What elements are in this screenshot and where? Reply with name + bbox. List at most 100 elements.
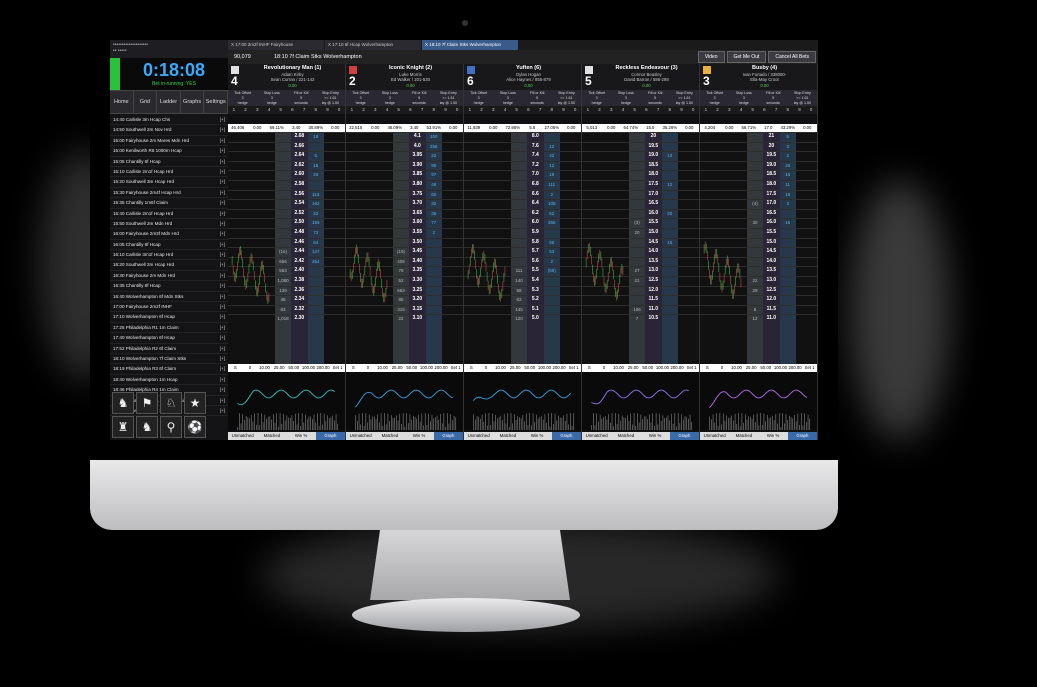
race-item[interactable]: 14:40 Carlisle 3m Hcap Chs [+] — [110, 115, 228, 126]
lay-amount[interactable]: 77 — [426, 218, 442, 228]
price-cell[interactable]: 3.40 — [409, 257, 425, 267]
tick-number[interactable]: 6 — [405, 106, 417, 114]
lay-amount[interactable]: 15 — [308, 161, 324, 171]
lay-amount[interactable] — [426, 305, 442, 315]
bet-option[interactable]: Fill or Kill 5 seconds — [759, 90, 788, 106]
lay-amount[interactable] — [426, 286, 442, 296]
lay-amount[interactable]: 22 — [426, 151, 442, 161]
price-cell[interactable]: 2.68 — [291, 132, 307, 142]
price-cell[interactable]: 5.3 — [527, 286, 543, 296]
race-item[interactable]: 15:50 Southwell 2m Mdn Hrd [+] — [110, 219, 228, 230]
lay-amount[interactable]: 73 — [308, 228, 324, 238]
lay-amount[interactable] — [780, 276, 796, 286]
race-item[interactable]: 15:30 Fairyhouse 2m4f Hcap Hrd [+] — [110, 188, 228, 199]
tick-number[interactable]: 2 — [476, 106, 488, 114]
bottom-tab-win[interactable]: Win % — [759, 432, 788, 440]
jockey-icon[interactable]: ♜ — [112, 416, 134, 438]
lay-amount[interactable] — [780, 286, 796, 296]
tick-number[interactable]: 9 — [794, 106, 806, 114]
stake-option[interactable]: 0 — [479, 364, 494, 372]
stake-option[interactable]: 50.00 — [287, 364, 302, 372]
price-cell[interactable]: 3.10 — [409, 314, 425, 324]
lay-amount[interactable]: 2 — [780, 151, 796, 161]
race-item[interactable]: 17:25 Philadelphia R1 1m Claim [+] — [110, 323, 228, 334]
tick-number[interactable]: 4 — [617, 106, 629, 114]
price-cell[interactable]: 2.54 — [291, 199, 307, 209]
price-cell[interactable]: 5.1 — [527, 305, 543, 315]
price-cell[interactable]: 3.75 — [409, 190, 425, 200]
lay-amount[interactable] — [426, 266, 442, 276]
tick-number[interactable]: 6 — [759, 106, 771, 114]
tick-number[interactable]: 9 — [676, 106, 688, 114]
stake-option[interactable]: 50.00 — [405, 364, 420, 372]
lay-amount[interactable] — [662, 161, 678, 171]
price-cell[interactable]: 3.85 — [409, 170, 425, 180]
price-cell[interactable]: 3.45 — [409, 247, 425, 257]
lay-amount[interactable]: 256 — [426, 142, 442, 152]
price-cell[interactable]: 16.0 — [645, 209, 661, 219]
lay-amount[interactable] — [780, 295, 796, 305]
race-expand[interactable]: [+] — [220, 323, 225, 332]
lay-amount[interactable] — [426, 247, 442, 257]
price-cell[interactable]: 16.0 — [763, 218, 779, 228]
bottom-tab-matched[interactable]: Matched — [493, 432, 522, 440]
bet-option[interactable]: Stop Entry >= 1.61 lay @ 1.50 — [434, 90, 463, 106]
price-cell[interactable]: 18.0 — [645, 170, 661, 180]
tick-number[interactable]: 7 — [534, 106, 546, 114]
bottom-tab-matched[interactable]: Matched — [375, 432, 404, 440]
price-cell[interactable]: 3.35 — [409, 266, 425, 276]
stake-option[interactable]: S — [228, 364, 243, 372]
tick-number[interactable]: 7 — [652, 106, 664, 114]
lay-amount[interactable]: 60 — [426, 190, 442, 200]
tick-number[interactable]: 3 — [487, 106, 499, 114]
race-expand[interactable]: [+] — [220, 302, 225, 311]
tick-number[interactable]: 0 — [687, 106, 699, 114]
stake-option[interactable]: Set 1 — [802, 364, 817, 372]
lay-amount[interactable] — [544, 314, 560, 324]
lay-amount[interactable]: 15 — [780, 170, 796, 180]
price-cell[interactable]: 6.8 — [527, 180, 543, 190]
bet-option[interactable]: Fill or Kill 5 seconds — [287, 90, 316, 106]
price-cell[interactable]: 3.15 — [409, 305, 425, 315]
nav-home[interactable]: Home — [110, 91, 134, 113]
lay-amount[interactable]: 3 — [780, 199, 796, 209]
lay-amount[interactable]: 25 — [780, 161, 796, 171]
race-item[interactable]: 15:35 Chantilly 1m6f Claim [+] — [110, 198, 228, 209]
price-cell[interactable]: 5.8 — [527, 238, 543, 248]
race-expand[interactable]: [+] — [220, 146, 225, 155]
tick-number[interactable]: 8 — [546, 106, 558, 114]
race-item[interactable]: 16:20 Southwell 2m Hcap Hrd [+] — [110, 260, 228, 271]
price-cell[interactable]: 7.6 — [527, 142, 543, 152]
lay-amount[interactable]: 95 — [544, 238, 560, 248]
race-item[interactable]: 18:10 Wolverhampton 7f Claim Stks [+] — [110, 354, 228, 365]
race-item[interactable]: 15:05 Chantilly 6f Hcap [+] — [110, 157, 228, 167]
lay-amount[interactable]: 20 — [662, 209, 678, 219]
lay-amount[interactable]: 12 — [662, 180, 678, 190]
price-cell[interactable]: 3.65 — [409, 209, 425, 219]
lay-amount[interactable] — [780, 314, 796, 324]
race-expand[interactable]: [+] — [220, 375, 225, 384]
tick-number[interactable]: 4 — [499, 106, 511, 114]
tick-number[interactable]: 5 — [629, 106, 641, 114]
race-tab[interactable]: X 17:00 2m2f INHF Fairyhouse — [228, 40, 324, 50]
stake-option[interactable]: S — [582, 364, 597, 372]
stake-option[interactable]: S — [346, 364, 361, 372]
tick-number[interactable]: 1 — [228, 106, 240, 114]
lay-amount[interactable]: 111 — [544, 180, 560, 190]
race-expand[interactable]: [+] — [220, 188, 225, 197]
tick-number[interactable]: 4 — [735, 106, 747, 114]
tick-number[interactable]: 1 — [464, 106, 476, 114]
lay-amount[interactable] — [662, 199, 678, 209]
race-item[interactable]: 17:10 Wolverhampton 6f Hcap [+] — [110, 312, 228, 323]
price-cell[interactable]: 2.30 — [291, 314, 307, 324]
lay-amount[interactable]: 5 — [780, 132, 796, 142]
lay-amount[interactable] — [308, 314, 324, 324]
race-item[interactable]: 15:00 Kenilworth R8 1000m Hcap [+] — [110, 146, 228, 157]
stake-option[interactable]: 25.00 — [390, 364, 405, 372]
race-item[interactable]: 18:19 Philadelphia R3 6f Claim [+] — [110, 364, 228, 375]
stake-option[interactable]: 100.00 — [773, 364, 788, 372]
race-tab[interactable]: X 18:10 7f Claim Stks Wolverhampton — [422, 40, 518, 50]
tick-number[interactable]: 1 — [700, 106, 712, 114]
price-cell[interactable]: 19.0 — [763, 161, 779, 171]
lay-amount[interactable] — [662, 266, 678, 276]
